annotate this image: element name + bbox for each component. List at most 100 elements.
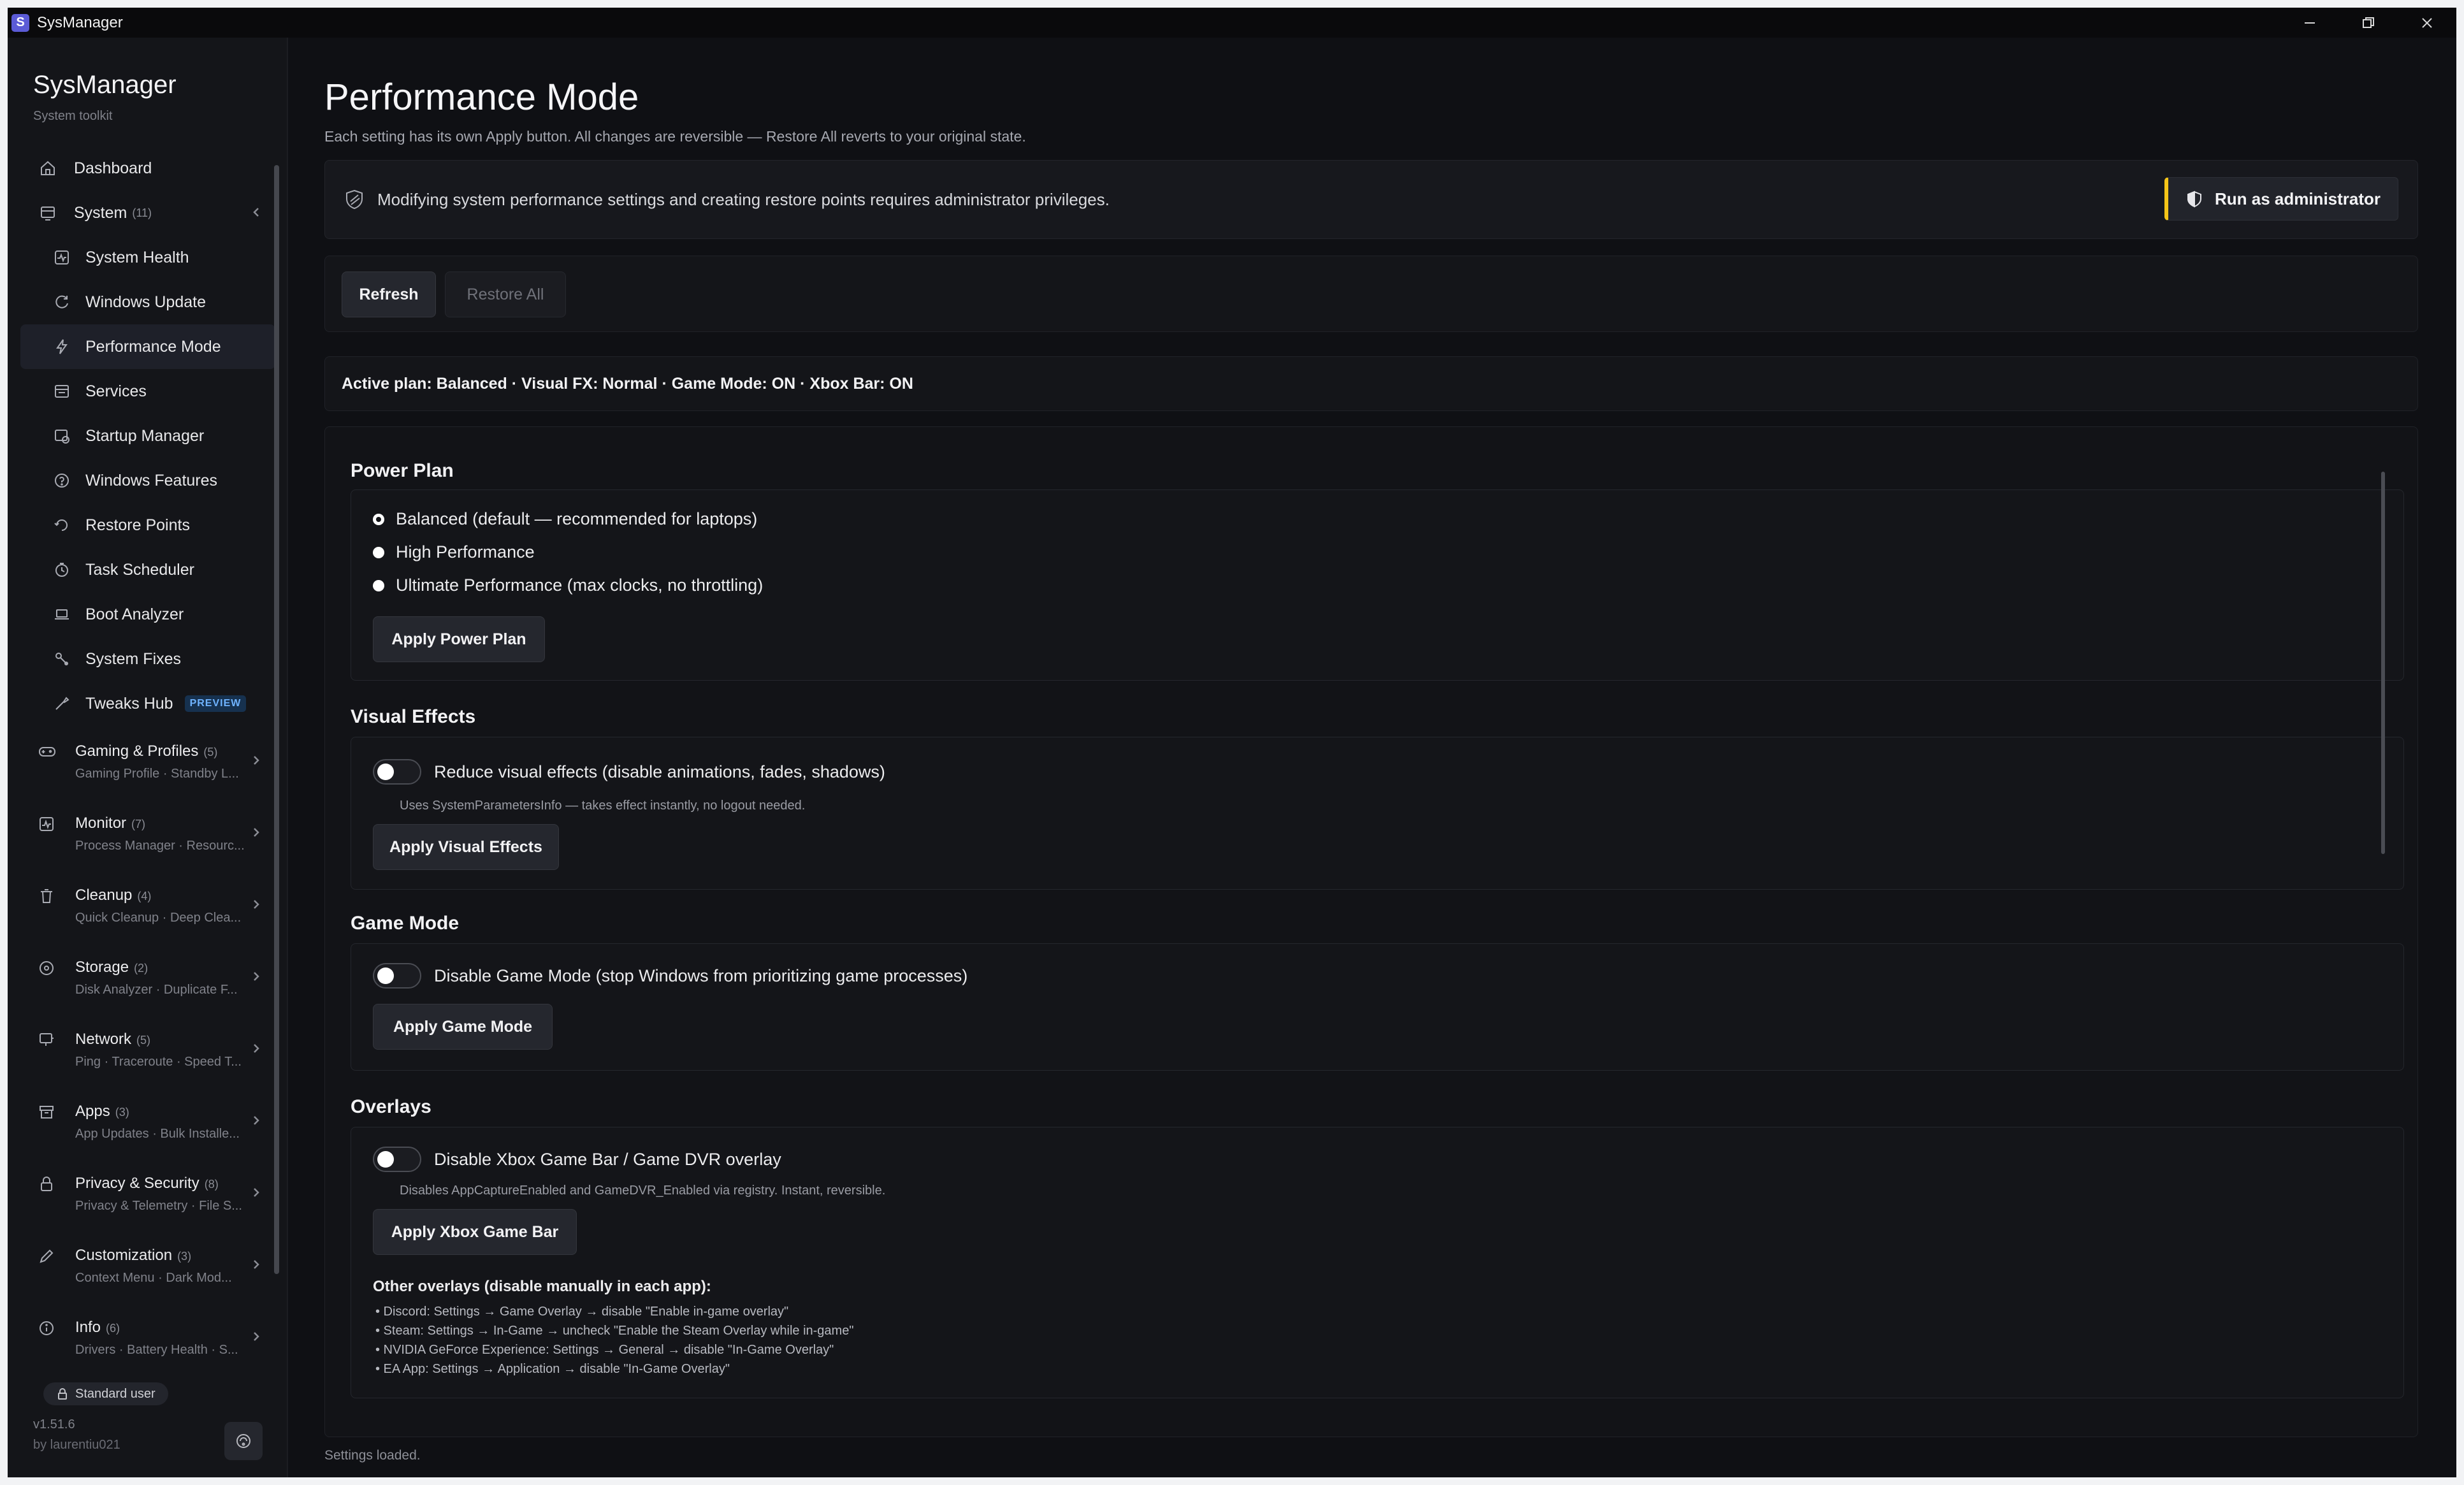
sidebar: SysManager System toolkit Dashboard Syst… <box>8 38 288 1477</box>
chevron-right-icon <box>250 753 263 771</box>
sidebar-group-monitor[interactable]: Monitor (7) Process Manager · Resourc... <box>20 798 275 870</box>
group-subtitle: Gaming Profile · Standby L... <box>75 767 239 781</box>
sidebar-item-tweaks-hub[interactable]: Tweaks Hub PREVIEW <box>20 681 275 726</box>
system-icon <box>38 203 57 222</box>
window-title: SysManager <box>37 13 123 31</box>
group-count: (6) <box>106 1322 120 1335</box>
group-subtitle: Drivers · Battery Health · S... <box>75 1343 238 1357</box>
sidebar-group-privacy[interactable]: Privacy & Security (8) Privacy & Telemetr… <box>20 1158 275 1230</box>
radio-label: High Performance <box>396 542 535 561</box>
sidebar-item-label: Boot Analyzer <box>85 605 184 623</box>
radio-button[interactable] <box>373 546 384 558</box>
sidebar-item-boot-analyzer[interactable]: Boot Analyzer <box>20 592 275 637</box>
theme-toggle-button[interactable] <box>224 1422 263 1460</box>
sidebar-item-startup-manager[interactable]: Startup Manager <box>20 414 275 458</box>
sidebar-group-network[interactable]: Network (5) Ping · Traceroute · Speed T..… <box>20 1014 275 1086</box>
radio-high-performance[interactable]: High Performance <box>373 542 535 562</box>
overlay-instruction: • EA App: Settings → Application → disab… <box>375 1362 730 1376</box>
chevron-right-icon <box>250 1329 263 1347</box>
sidebar-group-cleanup[interactable]: Cleanup (4) Quick Cleanup · Deep Clea... <box>20 870 275 942</box>
group-count: (2) <box>134 962 149 974</box>
xbox-bar-toggle-row[interactable]: Disable Xbox Game Bar / Game DVR overlay <box>373 1147 781 1172</box>
group-subtitle: App Updates · Bulk Installe... <box>75 1127 240 1141</box>
sidebar-group-info[interactable]: Info (6) Drivers · Battery Health · S... <box>20 1302 275 1374</box>
game-mode-toggle-row[interactable]: Disable Game Mode (stop Windows from pri… <box>373 963 967 989</box>
sidebar-group-customization[interactable]: Customization (3) Context Menu · Dark Mod… <box>20 1230 275 1302</box>
sidebar-group-apps[interactable]: Apps (3) App Updates · Bulk Installe... <box>20 1086 275 1158</box>
app-author: by laurentiu021 <box>33 1438 120 1452</box>
radio-ultimate-performance[interactable]: Ultimate Performance (max clocks, no thr… <box>373 576 763 595</box>
visual-effects-hint: Uses SystemParametersInfo — takes effect… <box>400 799 806 813</box>
action-toolbar: Refresh Restore All <box>324 256 2418 332</box>
sidebar-item-task-scheduler[interactable]: Task Scheduler <box>20 547 275 592</box>
xbox-bar-toggle[interactable] <box>373 1147 421 1172</box>
close-button[interactable] <box>2398 8 2456 38</box>
settings-scrollbar[interactable] <box>2381 472 2385 854</box>
sidebar-item-label: Restore Points <box>85 516 190 534</box>
chevron-left-icon <box>250 205 263 224</box>
features-icon <box>52 471 71 490</box>
sidebar-item-system-fixes[interactable]: System Fixes <box>20 637 275 681</box>
shield-icon <box>344 189 365 214</box>
sidebar-scrollbar[interactable] <box>274 165 279 1274</box>
page-description: Each setting has its own Apply button. A… <box>324 128 1026 145</box>
radio-label: Balanced (default — recommended for lapt… <box>396 509 758 528</box>
sidebar-group-system[interactable]: System (11) <box>20 191 275 235</box>
power-plan-title: Power Plan <box>351 460 454 481</box>
apply-visual-effects-button[interactable]: Apply Visual Effects <box>373 824 559 870</box>
group-subtitle: Ping · Traceroute · Speed T... <box>75 1055 242 1069</box>
radio-balanced[interactable]: Balanced (default — recommended for lapt… <box>373 509 757 529</box>
status-summary: Active plan: Balanced · Visual FX: Norma… <box>324 356 2418 411</box>
sidebar-item-system-health[interactable]: System Health <box>20 235 275 280</box>
visual-effects-toggle-row[interactable]: Reduce visual effects (disable animation… <box>373 759 885 785</box>
radio-button[interactable] <box>373 513 384 525</box>
apply-power-plan-button[interactable]: Apply Power Plan <box>373 616 545 662</box>
lock-icon <box>38 1176 55 1196</box>
chevron-right-icon <box>250 1185 263 1203</box>
main-content: Performance Mode Each setting has its ow… <box>288 38 2456 1477</box>
group-subtitle: Disk Analyzer · Duplicate F... <box>75 983 238 997</box>
sidebar-item-label: System Health <box>85 248 189 266</box>
xbox-bar-hint: Disables AppCaptureEnabled and GameDVR_E… <box>400 1184 886 1198</box>
overlay-instruction: • Steam: Settings → In-Game → uncheck "E… <box>375 1324 854 1338</box>
group-title: Customization <box>75 1247 173 1264</box>
apply-xbox-game-bar-button[interactable]: Apply Xbox Game Bar <box>373 1209 577 1255</box>
group-title: Info <box>75 1319 101 1336</box>
sidebar-item-windows-update[interactable]: Windows Update <box>20 280 275 324</box>
overlay-instruction: • Discord: Settings → Game Overlay → dis… <box>375 1305 789 1319</box>
refresh-button[interactable]: Refresh <box>342 272 436 317</box>
sidebar-group-gaming[interactable]: Gaming & Profiles (5) Gaming Profile · St… <box>20 726 275 798</box>
other-overlays-heading: Other overlays (disable manually in each… <box>373 1278 711 1295</box>
health-icon <box>52 248 71 267</box>
apply-game-mode-button[interactable]: Apply Game Mode <box>373 1004 553 1050</box>
info-icon <box>38 1320 55 1340</box>
visual-effects-toggle[interactable] <box>373 759 421 785</box>
game-mode-toggle[interactable] <box>373 963 421 989</box>
restore-button[interactable] <box>2339 8 2398 38</box>
run-as-admin-button[interactable]: Run as administrator <box>2164 177 2398 221</box>
group-subtitle: Context Menu · Dark Mod... <box>75 1271 232 1285</box>
restore-window-icon <box>2363 17 2374 28</box>
chevron-right-icon <box>250 1041 263 1059</box>
group-count: (3) <box>115 1106 129 1119</box>
sidebar-group-storage[interactable]: Storage (2) Disk Analyzer · Duplicate F..… <box>20 942 275 1014</box>
tweak-icon <box>52 694 71 713</box>
clock-icon <box>52 560 71 579</box>
disk-icon <box>38 960 55 980</box>
page-title: Performance Mode <box>324 76 639 118</box>
sidebar-item-label: Startup Manager <box>85 426 205 445</box>
radio-button[interactable] <box>373 579 384 591</box>
sidebar-item-performance-mode[interactable]: Performance Mode <box>20 324 275 369</box>
group-title: Apps <box>75 1103 110 1120</box>
sidebar-item-services[interactable]: Services <box>20 369 275 414</box>
footer-status: Settings loaded. <box>324 1448 421 1463</box>
overlays-card: Disable Xbox Game Bar / Game DVR overlay… <box>351 1127 2404 1398</box>
sidebar-item-restore-points[interactable]: Restore Points <box>20 503 275 547</box>
minimize-button[interactable] <box>2280 8 2339 38</box>
user-role-label: Standard user <box>75 1386 156 1401</box>
sidebar-item-windows-features[interactable]: Windows Features <box>20 458 275 503</box>
power-plan-card: Balanced (default — recommended for lapt… <box>351 489 2404 681</box>
gamepad-icon <box>38 744 56 762</box>
restore-all-button[interactable]: Restore All <box>445 272 566 317</box>
sidebar-item-dashboard[interactable]: Dashboard <box>20 146 275 191</box>
